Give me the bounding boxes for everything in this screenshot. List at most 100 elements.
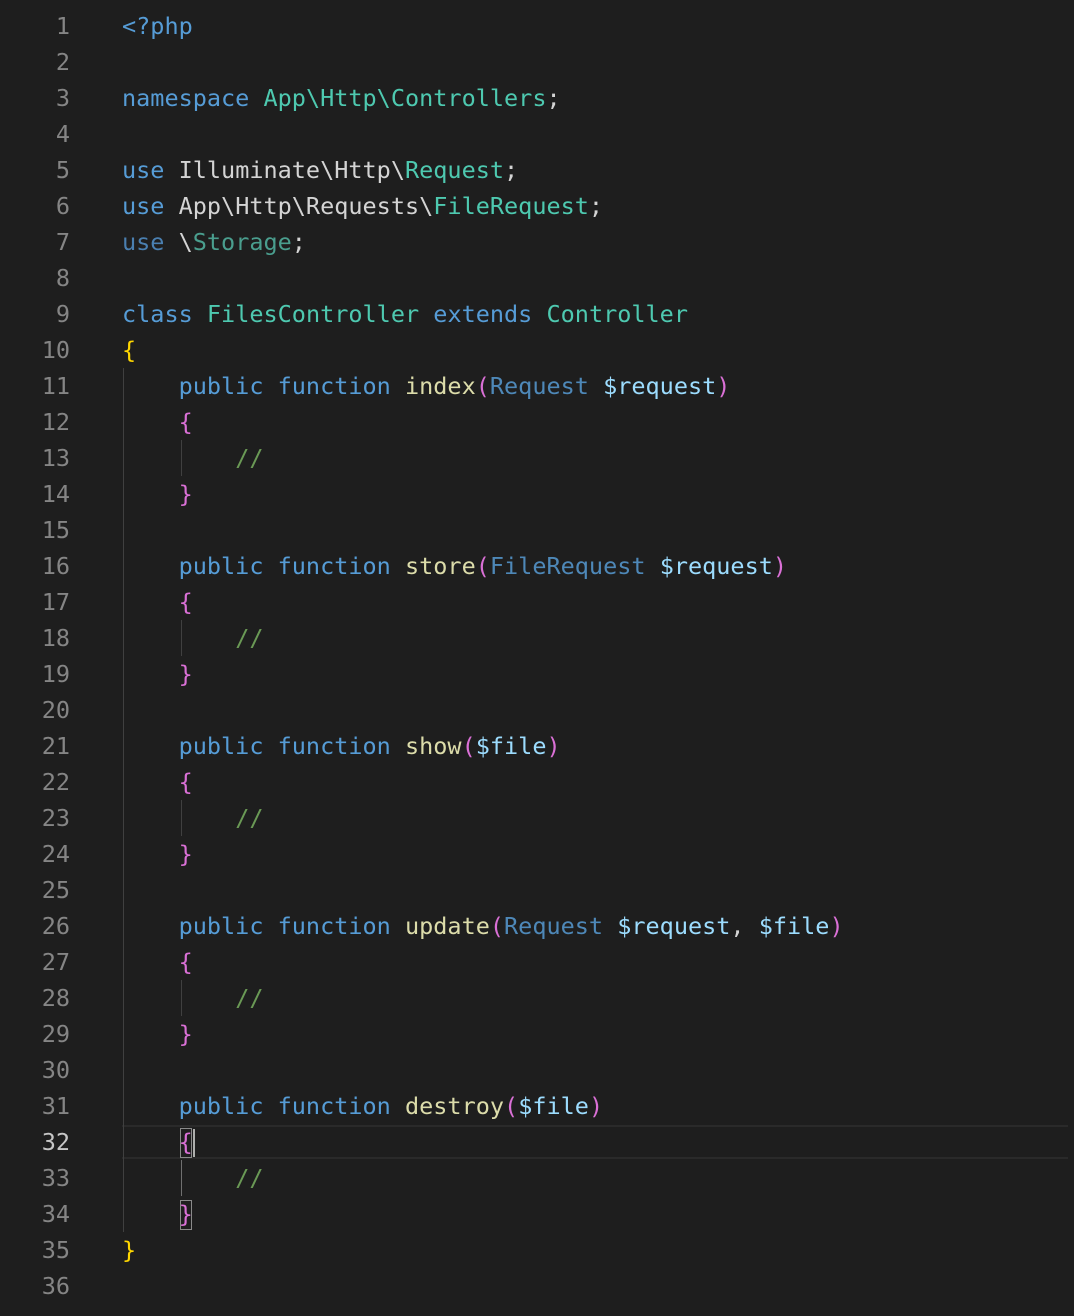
code-token: update [404, 912, 490, 940]
code-token: , [730, 912, 759, 940]
code-line[interactable]: 11 public function index(Request $reques… [0, 368, 1074, 404]
code-token: App\Http\Requests\ [164, 192, 434, 220]
code-token: { [122, 336, 137, 364]
code-line[interactable]: 19 } [0, 656, 1074, 692]
line-number: 2 [55, 48, 70, 76]
line-code[interactable]: use App\Http\Requests\FileRequest; [122, 188, 603, 224]
line-number: 29 [41, 1020, 70, 1048]
line-code[interactable]: use \Storage; [122, 224, 306, 260]
line-code[interactable]: class FilesController extends Controller [122, 296, 688, 332]
code-line[interactable]: 31 public function destroy($file) [0, 1088, 1074, 1124]
code-line[interactable]: 35} [0, 1232, 1074, 1268]
code-line[interactable]: 5 use Illuminate\Http\Request; [0, 152, 1074, 188]
line-number: 3 [55, 84, 70, 112]
line-code[interactable]: { [122, 944, 193, 980]
code-line[interactable]: 4 [0, 116, 1074, 152]
code-line[interactable]: 29 } [0, 1016, 1074, 1052]
line-number: 25 [41, 876, 70, 904]
code-line[interactable]: 34 } [0, 1196, 1074, 1232]
code-line[interactable]: 9 class FilesController extends Controlle… [0, 296, 1074, 332]
line-code[interactable]: public function index(Request $request) [122, 368, 731, 404]
code-line[interactable]: 13 // [0, 440, 1074, 476]
line-number: 26 [41, 912, 70, 940]
code-token: use [122, 156, 165, 184]
code-token: ) [546, 732, 561, 760]
code-line[interactable]: 1 <?php [0, 8, 1074, 44]
code-token: function [277, 1092, 391, 1120]
code-line[interactable]: 17 { [0, 584, 1074, 620]
line-code[interactable]: // [122, 440, 263, 476]
code-token: function [277, 912, 391, 940]
code-line[interactable]: 24 } [0, 836, 1074, 872]
line-code[interactable]: use Illuminate\Http\Request; [122, 152, 518, 188]
code-line[interactable]: 25 [0, 872, 1074, 908]
line-code[interactable]: { [122, 584, 193, 620]
code-line[interactable]: 32 { [0, 1124, 1074, 1160]
line-code[interactable]: public function store(FileRequest $reque… [122, 548, 787, 584]
code-token: $request [617, 912, 731, 940]
code-token: function [277, 372, 391, 400]
line-code[interactable]: } [122, 836, 193, 872]
code-line[interactable]: 27 { [0, 944, 1074, 980]
code-token: public [178, 1092, 264, 1120]
code-line[interactable]: 21 public function show($file) [0, 728, 1074, 764]
code-token: { [178, 408, 193, 436]
code-token: function [277, 552, 391, 580]
line-code[interactable]: public function show($file) [122, 728, 561, 764]
code-line[interactable]: 26 public function update(Request $reque… [0, 908, 1074, 944]
line-number: 14 [41, 480, 70, 508]
code-line[interactable]: 8 [0, 260, 1074, 296]
code-token: ( [504, 1092, 519, 1120]
code-token: FileRequest [489, 552, 646, 580]
line-code[interactable]: // [122, 1160, 263, 1196]
line-code[interactable]: { [122, 404, 193, 440]
code-line[interactable]: 15 [0, 512, 1074, 548]
code-line[interactable]: 7 use \Storage; [0, 224, 1074, 260]
code-token: store [404, 552, 476, 580]
line-code[interactable]: { [122, 764, 193, 800]
code-editor[interactable]: 1 <?php 2 3 namespace App\Http\Controllers; 4… [0, 0, 1074, 1316]
line-number: 17 [41, 588, 70, 616]
line-code[interactable]: // [122, 980, 263, 1016]
code-line[interactable]: 14 } [0, 476, 1074, 512]
code-line[interactable]: 30 [0, 1052, 1074, 1088]
code-token: index [404, 372, 476, 400]
line-number: 18 [41, 624, 70, 652]
line-code[interactable]: // [122, 800, 263, 836]
line-code[interactable]: namespace App\Http\Controllers; [122, 80, 561, 116]
code-token: use [122, 228, 165, 256]
line-code[interactable]: public function update(Request $request,… [122, 908, 844, 944]
line-code[interactable]: { [122, 332, 136, 368]
line-code[interactable]: public function destroy($file) [122, 1088, 604, 1124]
line-number: 8 [55, 264, 70, 292]
line-code[interactable]: } [122, 1016, 193, 1052]
code-line[interactable]: 3 namespace App\Http\Controllers; [0, 80, 1074, 116]
code-line[interactable]: 12 { [0, 404, 1074, 440]
code-line[interactable]: 16 public function store(FileRequest $re… [0, 548, 1074, 584]
code-line[interactable]: 28 // [0, 980, 1074, 1016]
code-line[interactable]: 6 use App\Http\Requests\FileRequest; [0, 188, 1074, 224]
line-number: 10 [41, 336, 70, 364]
code-line[interactable]: 36 [0, 1268, 1074, 1304]
code-line[interactable]: 18 // [0, 620, 1074, 656]
code-line[interactable]: 23 // [0, 800, 1074, 836]
code-line[interactable]: 20 [0, 692, 1074, 728]
line-number: 21 [41, 732, 70, 760]
code-line[interactable]: 33 // [0, 1160, 1074, 1196]
code-token: Storage [192, 228, 292, 256]
line-code[interactable]: <?php [122, 8, 193, 44]
code-token: } [178, 660, 193, 688]
line-code[interactable]: // [122, 620, 263, 656]
line-code[interactable]: } [122, 656, 193, 692]
code-token: ; [504, 156, 519, 184]
code-token: } [178, 840, 193, 868]
code-line[interactable]: 2 [0, 44, 1074, 80]
code-line[interactable]: 10 { [0, 332, 1074, 368]
code-line[interactable]: 22 { [0, 764, 1074, 800]
line-code[interactable]: } [122, 1232, 136, 1268]
line-code[interactable]: } [122, 476, 193, 512]
